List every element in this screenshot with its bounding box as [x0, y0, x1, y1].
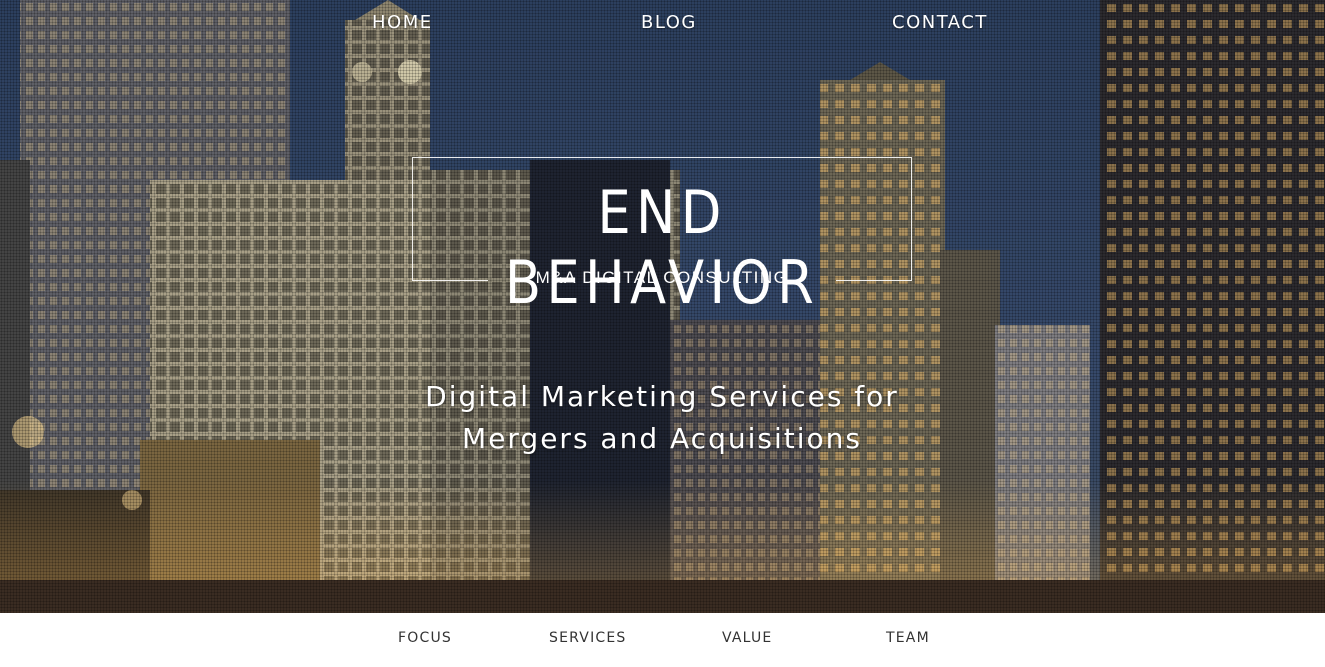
tagline-line-2: Mergers and Acquisitions [462, 422, 862, 455]
hero-section: HOME BLOG CONTACT END BEHAVIOR M&A DIGIT… [0, 0, 1325, 613]
site-subtitle: M&A DIGITAL CONSULTING [535, 268, 789, 287]
section-link-value[interactable]: VALUE [722, 630, 772, 646]
nav-link-contact[interactable]: CONTACT [892, 12, 988, 33]
section-link-team[interactable]: TEAM [886, 630, 930, 646]
site-title-frame: END BEHAVIOR M&A DIGITAL CONSULTING [412, 157, 912, 318]
section-link-services[interactable]: SERVICES [549, 630, 627, 646]
hero-tagline: Digital Marketing Services for Mergers a… [362, 376, 962, 460]
nav-link-blog[interactable]: BLOG [641, 12, 697, 33]
tagline-line-1: Digital Marketing Services for [425, 380, 899, 413]
section-navigation: FOCUS SERVICES VALUE TEAM [0, 613, 1325, 667]
section-link-focus[interactable]: FOCUS [398, 630, 452, 646]
site-title: END BEHAVIOR [504, 178, 820, 318]
nav-link-home[interactable]: HOME [372, 12, 433, 33]
